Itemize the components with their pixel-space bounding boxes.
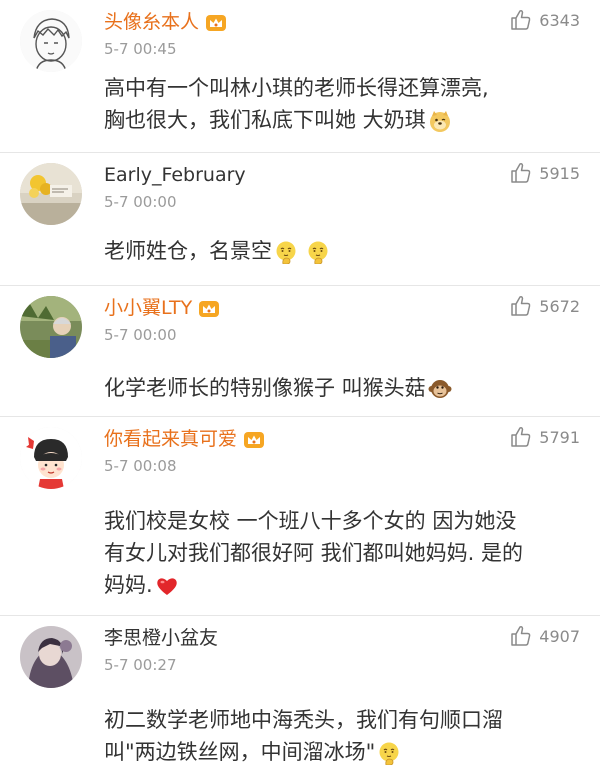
comment-text: 化学老师长的特别像猴子 叫猴头菇: [104, 372, 580, 404]
comment-line: 有女儿对我们都很好阿 我们都叫她妈妈. 是的: [104, 541, 524, 565]
username-text[interactable]: 头像糸本人: [104, 11, 199, 33]
thinking-emoji: [377, 741, 401, 765]
avatar[interactable]: [20, 427, 82, 489]
username[interactable]: 李思橙小盆友: [104, 626, 218, 650]
comment-line: 初二数学老师地中海秃头，我们有句顺口溜: [104, 708, 503, 732]
avatar[interactable]: [20, 163, 82, 225]
comment-text: 我们校是女校 一个班八十多个女的 因为她没 有女儿对我们都很好阿 我们都叫她妈妈…: [104, 505, 580, 601]
comment-line-text: 叫"两边铁丝网，中间溜冰场": [104, 740, 376, 764]
like-button[interactable]: 4907: [509, 624, 580, 648]
comment-item: Early_February 5-7 00:00 5915 老师姓仓，名景空: [0, 153, 600, 286]
timestamp: 5-7 00:00: [104, 193, 177, 211]
heart-emoji: [155, 574, 179, 598]
username[interactable]: Early_February: [104, 163, 246, 187]
like-button[interactable]: 6343: [509, 8, 580, 32]
comment-line: 老师姓仓，名景空: [104, 235, 580, 267]
comment-line: 胸也很大，我们私底下叫她 大奶琪: [104, 104, 580, 136]
timestamp: 5-7 00:00: [104, 326, 177, 344]
like-count: 5915: [539, 163, 580, 183]
vip-crown-icon: [205, 14, 227, 32]
comment-item: 李思橙小盆友 5-7 00:27 4907 初二数学老师地中海秃头，我们有句顺口…: [0, 616, 600, 779]
avatar[interactable]: [20, 296, 82, 358]
timestamp: 5-7 00:08: [104, 457, 177, 475]
thumbs-up-icon: [509, 294, 533, 318]
comment-text: 高中有一个叫林小琪的老师长得还算漂亮, 胸也很大，我们私底下叫她 大奶琪: [104, 72, 580, 136]
doge-emoji: [428, 109, 452, 133]
username[interactable]: 小小翼LTY: [104, 296, 220, 320]
comment-item: 小小翼LTY 5-7 00:00 5672 化学老师长的特别像猴子 叫猴头菇: [0, 286, 600, 417]
thinking-emoji: [274, 240, 298, 264]
like-button[interactable]: 5791: [509, 425, 580, 449]
like-button[interactable]: 5672: [509, 294, 580, 318]
comment-line: 妈妈.: [104, 569, 580, 601]
timestamp: 5-7 00:27: [104, 656, 177, 674]
comment-line: 高中有一个叫林小琪的老师长得还算漂亮,: [104, 76, 489, 100]
like-count: 5791: [539, 427, 580, 447]
username-text[interactable]: Early_February: [104, 164, 246, 186]
comment-text: 初二数学老师地中海秃头，我们有句顺口溜 叫"两边铁丝网，中间溜冰场": [104, 704, 580, 768]
thumbs-up-icon: [509, 8, 533, 32]
like-count: 4907: [539, 626, 580, 646]
thumbs-up-icon: [509, 161, 533, 185]
username-text[interactable]: 李思橙小盆友: [104, 627, 218, 649]
vip-crown-icon: [243, 431, 265, 449]
username-text[interactable]: 你看起来真可爱: [104, 428, 237, 450]
comment-line-text: 化学老师长的特别像猴子 叫猴头菇: [104, 376, 426, 400]
like-count: 6343: [539, 10, 580, 30]
comment-item: 头像糸本人 5-7 00:45 6343 高中有一个叫林小琪的老师长得还算漂亮,…: [0, 0, 600, 153]
thumbs-up-icon: [509, 624, 533, 648]
comment-line: 化学老师长的特别像猴子 叫猴头菇: [104, 372, 580, 404]
username-text[interactable]: 小小翼LTY: [104, 297, 192, 319]
comment-line: 我们校是女校 一个班八十多个女的 因为她没: [104, 509, 517, 533]
thinking-emoji: [306, 240, 330, 264]
avatar[interactable]: [20, 10, 82, 72]
comment-text: 老师姓仓，名景空: [104, 235, 580, 267]
timestamp: 5-7 00:45: [104, 40, 177, 58]
username[interactable]: 你看起来真可爱: [104, 427, 265, 451]
comment-line-text: 妈妈.: [104, 573, 153, 597]
like-count: 5672: [539, 296, 580, 316]
thumbs-up-icon: [509, 425, 533, 449]
like-button[interactable]: 5915: [509, 161, 580, 185]
comment-line-text: 胸也很大，我们私底下叫她 大奶琪: [104, 108, 426, 132]
username[interactable]: 头像糸本人: [104, 10, 227, 34]
comment-line: 叫"两边铁丝网，中间溜冰场": [104, 736, 580, 768]
monkey-emoji: [428, 377, 452, 401]
vip-crown-icon: [198, 300, 220, 318]
comment-line-text: 老师姓仓，名景空: [104, 239, 272, 263]
comment-item: 你看起来真可爱 5-7 00:08 5791 我们校是女校 一个班八十多个女的 …: [0, 417, 600, 616]
avatar[interactable]: [20, 626, 82, 688]
